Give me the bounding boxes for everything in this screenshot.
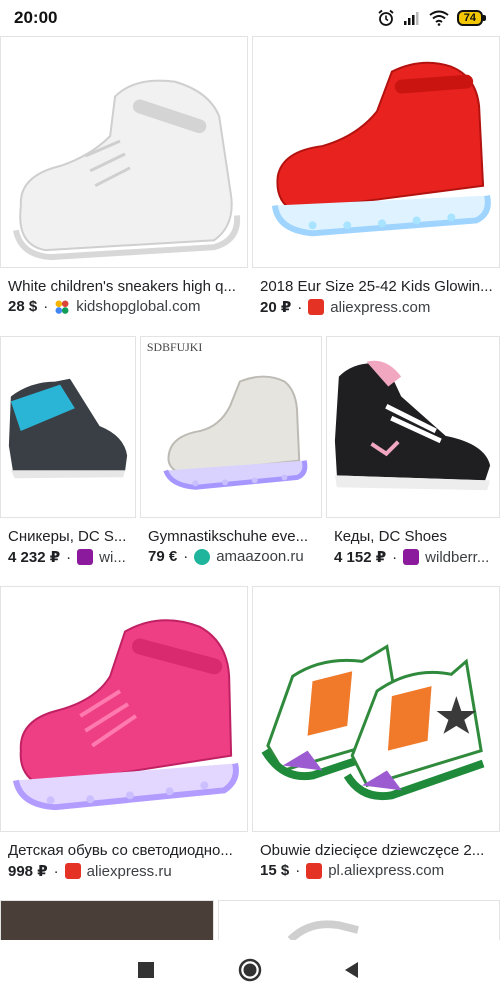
- result-thumbnail[interactable]: [252, 586, 500, 832]
- result-price: 15 $: [260, 862, 290, 879]
- amaazoon-favicon: [194, 548, 211, 565]
- result-caption[interactable]: Obuwie dziecięce dziewczęce 2...: [260, 842, 494, 859]
- result-caption[interactable]: Детская обувь со светодиодно...: [8, 842, 242, 859]
- result-price: 4 152 ₽: [334, 549, 387, 566]
- result-caption[interactable]: Кеды, DC Shoes: [334, 528, 494, 545]
- result-price: 998 ₽: [8, 863, 48, 880]
- result-card[interactable]: SDBFUJKI Gymnastikschuhe eve... 79 € · a…: [140, 336, 322, 572]
- result-thumbnail[interactable]: [0, 36, 248, 268]
- result-card[interactable]: 2018 Eur Size 25-42 Kids Glowin... 20 ₽ …: [252, 36, 500, 326]
- wifi-icon: [429, 10, 449, 26]
- status-icons: 74: [377, 9, 486, 27]
- home-circle-icon[interactable]: [238, 958, 262, 982]
- result-source: wi...: [99, 548, 126, 566]
- result-source: wildberr...: [425, 548, 490, 566]
- result-caption[interactable]: 2018 Eur Size 25-42 Kids Glowin...: [260, 278, 494, 295]
- white-light-up-sneaker-image: SDBFUJKI: [147, 340, 308, 490]
- result-caption[interactable]: Gymnastikschuhe eve...: [148, 528, 316, 545]
- result-thumbnail[interactable]: [326, 336, 500, 518]
- result-source: amaazoon.ru: [216, 548, 304, 565]
- result-price: 28 $: [8, 298, 38, 315]
- signal-icon: [403, 12, 419, 25]
- result-meta[interactable]: 998 ₽ · aliexpress.ru: [8, 862, 244, 881]
- result-meta[interactable]: 4 152 ₽ · wildberr...: [334, 548, 496, 567]
- result-meta[interactable]: 79 € · amaazoon.ru: [148, 548, 318, 565]
- pink-light-up-sneaker-image: [12, 619, 239, 811]
- result-card[interactable]: Сникеры, DC S... 4 232 ₽ · wi...: [0, 336, 136, 572]
- result-card[interactable]: Детская обувь со светодиодно... 998 ₽ · …: [0, 586, 248, 884]
- result-card[interactable]: White children's sneakers high q... 28 $…: [0, 36, 248, 326]
- wildberries-favicon: [77, 549, 94, 565]
- back-triangle-icon[interactable]: [340, 958, 364, 982]
- image-results-grid[interactable]: White children's sneakers high q... 28 $…: [0, 36, 500, 948]
- result-thumbnail[interactable]: [252, 36, 500, 268]
- result-thumbnail[interactable]: SDBFUJKI: [140, 336, 322, 518]
- dc-blue-sneaker-image: [8, 378, 128, 479]
- recents-square-icon[interactable]: [134, 958, 158, 982]
- result-price: 20 ₽: [260, 299, 292, 316]
- alarm-icon: [378, 9, 394, 26]
- result-meta[interactable]: 15 $ · pl.aliexpress.com: [260, 862, 496, 879]
- result-caption[interactable]: White children's sneakers high q...: [8, 278, 242, 295]
- result-source: aliexpress.ru: [86, 862, 172, 880]
- aliexpress-favicon: [308, 299, 325, 315]
- wildberries-favicon: [403, 549, 420, 565]
- battery-icon: 74: [456, 10, 486, 26]
- aliexpress-favicon: [64, 863, 81, 879]
- red-light-up-sneaker-image: [271, 61, 491, 237]
- status-time: 20:00: [14, 8, 58, 27]
- result-price: 79 €: [148, 548, 178, 565]
- result-caption[interactable]: Сникеры, DC S...: [8, 528, 130, 545]
- result-card[interactable]: Obuwie dziecięce dziewczęce 2... 15 $ · …: [252, 586, 500, 884]
- aliexpress-favicon: [306, 862, 323, 879]
- result-meta[interactable]: 4 232 ₽ · wi...: [8, 548, 132, 567]
- result-price: 4 232 ₽: [8, 549, 61, 566]
- kidshopglobal-favicon: [54, 298, 71, 315]
- result-source: pl.aliexpress.com: [328, 862, 445, 879]
- image-brand-text: SDBFUJKI: [147, 340, 202, 354]
- result-thumbnail[interactable]: [0, 336, 136, 518]
- result-source: aliexpress.com: [330, 298, 431, 316]
- battery-level: 74: [456, 10, 483, 26]
- system-navigation-bar: [0, 940, 500, 1000]
- result-card[interactable]: Кеды, DC Shoes 4 152 ₽ · wildberr...: [326, 336, 500, 572]
- result-meta[interactable]: 20 ₽ · aliexpress.com: [260, 298, 496, 317]
- result-source: kidshopglobal.com: [76, 298, 201, 315]
- status-bar: 20:00 74: [0, 0, 500, 36]
- dc-pink-black-sneaker-image: [334, 360, 491, 491]
- result-meta[interactable]: 28 $ · kidshopglobal.com: [8, 298, 244, 315]
- result-thumbnail[interactable]: [0, 586, 248, 832]
- white-sneaker-image: [13, 79, 241, 261]
- green-orange-sneakers-image: [261, 644, 485, 801]
